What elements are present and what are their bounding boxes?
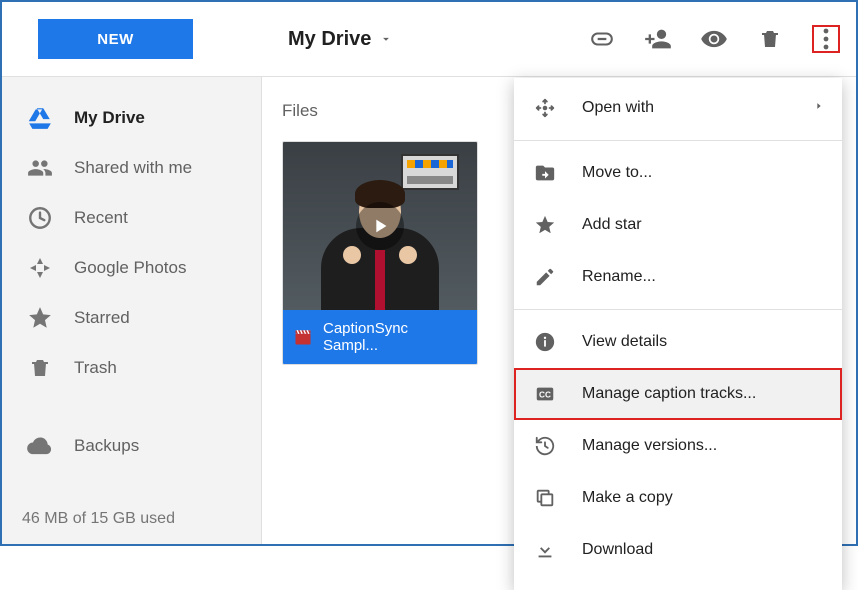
get-link-icon[interactable]: [588, 25, 616, 53]
header-actions: [588, 25, 840, 53]
menu-manage-versions[interactable]: Manage versions...: [514, 420, 842, 472]
chevron-right-icon: [814, 99, 824, 118]
menu-label: Manage caption tracks...: [582, 385, 756, 403]
menu-manage-captions[interactable]: CC Manage caption tracks...: [514, 368, 842, 420]
menu-label: View details: [582, 333, 667, 351]
more-actions-icon[interactable]: [812, 25, 840, 53]
sidebar-item-label: Starred: [74, 308, 130, 328]
menu-label: Make a copy: [582, 489, 673, 507]
app-header: NEW My Drive: [2, 2, 856, 77]
video-file-icon: [293, 327, 313, 347]
download-icon: [532, 539, 558, 561]
star-icon: [532, 214, 558, 236]
sidebar-item-shared[interactable]: Shared with me: [2, 143, 261, 193]
video-thumbnail: [283, 142, 477, 310]
copy-icon: [532, 487, 558, 509]
rename-icon: [532, 266, 558, 288]
history-icon: [532, 435, 558, 457]
captions-icon: CC: [532, 383, 558, 405]
drive-icon: [24, 105, 56, 131]
sidebar-item-trash[interactable]: Trash: [2, 343, 261, 393]
sidebar-item-my-drive[interactable]: My Drive: [2, 93, 261, 143]
sidebar-item-label: Google Photos: [74, 258, 186, 278]
cloud-icon: [24, 432, 56, 460]
star-icon: [24, 305, 56, 331]
file-card[interactable]: CaptionSync Sampl...: [282, 141, 478, 365]
sidebar: My Drive Shared with me Recent Google Ph…: [2, 77, 262, 544]
new-button[interactable]: NEW: [38, 19, 193, 59]
add-people-icon[interactable]: [644, 25, 672, 53]
folder-move-icon: [532, 162, 558, 184]
menu-label: Download: [582, 541, 653, 559]
play-icon: [356, 202, 404, 250]
sidebar-item-label: Shared with me: [74, 158, 192, 178]
sidebar-item-label: Trash: [74, 358, 117, 378]
sidebar-item-photos[interactable]: Google Photos: [2, 243, 261, 293]
preview-icon[interactable]: [700, 25, 728, 53]
sidebar-item-recent[interactable]: Recent: [2, 193, 261, 243]
menu-add-star[interactable]: Add star: [514, 199, 842, 251]
sidebar-item-label: Recent: [74, 208, 128, 228]
menu-label: Add star: [582, 216, 642, 234]
menu-label: Open with: [582, 99, 654, 117]
clock-icon: [24, 205, 56, 231]
sidebar-item-starred[interactable]: Starred: [2, 293, 261, 343]
dropdown-caret-icon: [379, 32, 393, 46]
open-with-icon: [532, 97, 558, 119]
storage-text: 46 MB of 15 GB used: [2, 498, 261, 544]
photos-icon: [24, 256, 56, 280]
sidebar-item-backups[interactable]: Backups: [2, 421, 261, 471]
breadcrumb-label: My Drive: [288, 28, 371, 51]
menu-rename[interactable]: Rename...: [514, 251, 842, 303]
trash-icon: [24, 356, 56, 380]
menu-label: Rename...: [582, 268, 656, 286]
file-name: CaptionSync Sampl...: [323, 320, 467, 354]
info-icon: [532, 331, 558, 353]
breadcrumb[interactable]: My Drive: [288, 28, 393, 51]
menu-move-to[interactable]: Move to...: [514, 147, 842, 199]
file-caption: CaptionSync Sampl...: [283, 310, 477, 364]
people-icon: [24, 155, 56, 181]
menu-make-copy[interactable]: Make a copy: [514, 472, 842, 524]
menu-view-details[interactable]: View details: [514, 316, 842, 368]
menu-label: Move to...: [582, 164, 652, 182]
context-menu: Open with Move to... Add star Rename... …: [514, 78, 842, 590]
sidebar-item-label: Backups: [74, 436, 139, 456]
menu-download[interactable]: Download: [514, 524, 842, 576]
delete-icon[interactable]: [756, 25, 784, 53]
menu-open-with[interactable]: Open with: [514, 82, 842, 134]
menu-label: Manage versions...: [582, 437, 717, 455]
sidebar-item-label: My Drive: [74, 108, 145, 128]
svg-text:CC: CC: [539, 391, 551, 400]
